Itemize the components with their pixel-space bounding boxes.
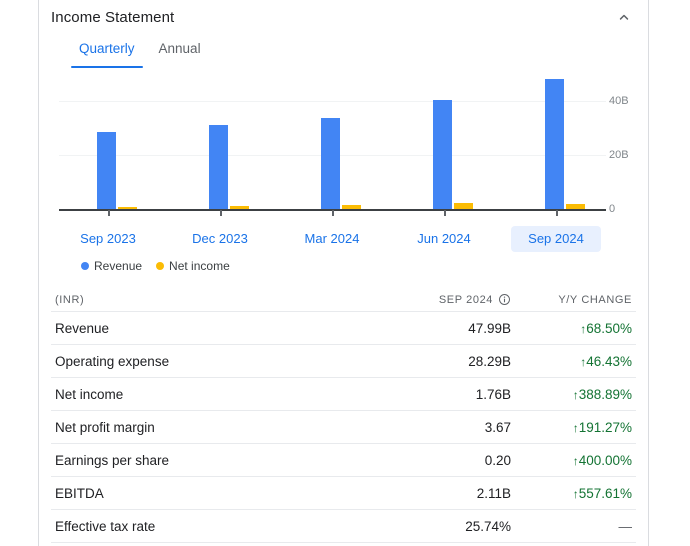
period-tabs: Quarterly Annual <box>67 40 213 68</box>
row-label: Operating expense <box>55 353 170 369</box>
bar-revenue[interactable] <box>545 79 564 209</box>
row-value: 47.99B <box>468 320 511 336</box>
bar-net-income[interactable] <box>342 205 361 209</box>
row-yy-change: ↑388.89% <box>511 387 636 402</box>
card-inner: Income Statement Quarterly Annual 0 20B 40… <box>39 0 648 546</box>
row-value: 3.67 <box>484 419 511 435</box>
y-axis-tick-label: 0 <box>609 203 616 215</box>
x-axis-label-sep-2024[interactable]: Sep 2024 <box>511 226 601 252</box>
x-axis-label-sep-2023[interactable]: Sep 2023 <box>63 226 153 252</box>
legend-item-revenue[interactable]: Revenue <box>81 259 142 273</box>
bar-revenue[interactable] <box>97 132 116 209</box>
bar-revenue[interactable] <box>433 99 452 209</box>
change-value: 557.61% <box>578 485 632 501</box>
bar-net-income[interactable] <box>566 204 585 209</box>
bar-revenue[interactable] <box>209 124 228 209</box>
row-label: EBITDA <box>55 485 104 501</box>
legend-label-revenue: Revenue <box>94 259 143 273</box>
x-axis-label-dec-2023[interactable]: Dec 2023 <box>175 226 265 252</box>
row-value: 25.74% <box>465 518 511 534</box>
column-header-currency: (INR) <box>55 293 85 306</box>
row-yy-change: ↑46.43% <box>511 354 636 369</box>
row-value: 28.29B <box>468 353 511 369</box>
chart-x-axis: Sep 2023 Dec 2023 Mar 2024 Jun 2024 Sep 2024 <box>51 226 636 254</box>
chart-legend: Revenue Net income <box>81 259 230 273</box>
table-row: EBITDA 2.11B ↑557.61% <box>51 477 636 510</box>
table-row: Effective tax rate 25.74% — <box>51 510 636 543</box>
row-value: 2.11B <box>476 485 511 501</box>
info-icon[interactable] <box>498 293 511 306</box>
row-yy-change: ↑68.50% <box>511 321 636 336</box>
legend-dot-net-income <box>156 262 165 270</box>
row-yy-change: ↑191.27% <box>511 420 636 435</box>
change-value: 388.89% <box>578 386 632 402</box>
change-value: 68.50% <box>586 320 632 336</box>
y-axis-tick-label: 20B <box>609 149 629 161</box>
table-row: Earnings per share 0.20 ↑400.00% <box>51 444 636 477</box>
row-value: 0.20 <box>484 452 511 468</box>
x-axis-label-mar-2024[interactable]: Mar 2024 <box>287 226 377 252</box>
income-bar-chart: 0 20B 40B <box>51 76 636 226</box>
chevron-up-icon[interactable] <box>612 5 636 29</box>
table-body: Revenue 47.99B ↑68.50% Operating expense 28.… <box>51 312 636 543</box>
row-label: Effective tax rate <box>55 518 156 534</box>
row-label: Net income <box>55 386 124 402</box>
table-row: Revenue 47.99B ↑68.50% <box>51 312 636 345</box>
legend-label-net-income: Net income <box>169 259 230 273</box>
change-value: 46.43% <box>586 353 632 369</box>
y-axis-tick-label: 40B <box>609 95 629 107</box>
card-container: Income Statement Quarterly Annual 0 20B 40… <box>38 0 649 546</box>
table-row: Operating expense 28.29B ↑46.43% <box>51 345 636 378</box>
row-yy-change: ↑400.00% <box>511 453 636 468</box>
x-axis-tick <box>220 210 222 216</box>
chart-gridline <box>59 101 606 102</box>
legend-item-net-income[interactable]: Net income <box>156 259 230 273</box>
widget-header: Income Statement <box>51 2 636 32</box>
column-header-period-label: SEP 2024 <box>438 293 493 306</box>
bar-revenue[interactable] <box>321 118 340 209</box>
chart-plot-area <box>51 76 606 216</box>
row-value: 1.76B <box>475 386 511 402</box>
column-header-yychange: Y/Y CHANGE <box>558 293 632 306</box>
change-value: 191.27% <box>578 419 632 435</box>
row-yy-change: — <box>618 518 633 534</box>
column-header-period: SEP 2024 <box>351 293 511 306</box>
table-header-row: (INR) SEP 2024 Y/Y CHANGE <box>51 288 636 312</box>
chart-y-axis: 0 20B 40B <box>609 76 639 216</box>
bar-net-income[interactable] <box>230 205 249 209</box>
tab-quarterly[interactable]: Quarterly <box>67 40 147 68</box>
legend-dot-revenue <box>81 262 89 270</box>
financials-table: (INR) SEP 2024 Y/Y CHANGE Revenue 47.99B… <box>51 288 636 543</box>
bar-net-income[interactable] <box>454 203 473 209</box>
row-label: Net profit margin <box>55 419 155 435</box>
row-label: Revenue <box>55 320 110 336</box>
tab-annual[interactable]: Annual <box>147 40 213 68</box>
x-axis-tick <box>332 210 334 216</box>
change-value: 400.00% <box>578 452 632 468</box>
x-axis-label-jun-2024[interactable]: Jun 2024 <box>399 226 489 252</box>
x-axis-tick <box>444 210 446 216</box>
page-title: Income Statement <box>51 8 175 26</box>
row-yy-change: ↑557.61% <box>511 486 636 501</box>
x-axis-tick <box>108 210 110 216</box>
bar-net-income[interactable] <box>118 207 137 209</box>
table-row: Net profit margin 3.67 ↑191.27% <box>51 411 636 444</box>
x-axis-tick <box>556 210 558 216</box>
row-label: Earnings per share <box>55 452 170 468</box>
table-row: Net income 1.76B ↑388.89% <box>51 378 636 411</box>
income-statement-widget: Income Statement Quarterly Annual 0 20B 40… <box>0 0 690 546</box>
